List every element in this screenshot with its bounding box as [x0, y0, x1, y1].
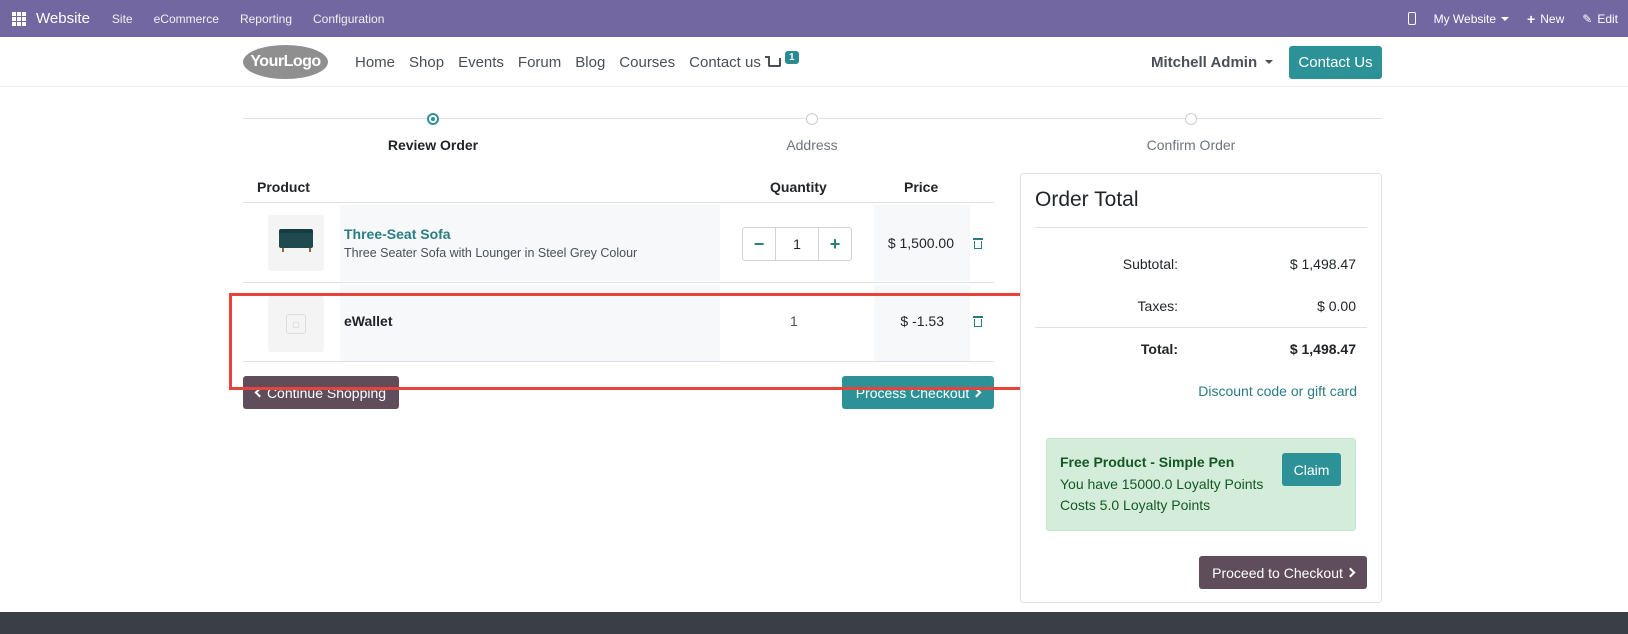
continue-shopping-label: Continue Shopping: [266, 384, 387, 401]
proceed-to-checkout-label: Proceed to Checkout: [1212, 564, 1343, 581]
step-confirm-order: Confirm Order: [1146, 137, 1236, 153]
trash-icon[interactable]: [973, 316, 983, 327]
main-nav: Home Shop Events Forum Blog Courses Cont…: [355, 37, 761, 87]
step-address: Address: [786, 137, 838, 153]
plus-icon: +: [1527, 10, 1536, 27]
reward-title: Free Product - Simple Pen: [1060, 454, 1235, 470]
chevron-left-icon: [254, 387, 265, 398]
my-website-dropdown[interactable]: My Website: [1433, 11, 1510, 26]
mobile-icon: [1407, 12, 1416, 25]
caret-down-icon: [1501, 16, 1510, 21]
menu-configuration[interactable]: Configuration: [313, 12, 384, 26]
continue-shopping-button[interactable]: Continue Shopping: [243, 376, 399, 409]
subtotal-value: $ 1,498.47: [1289, 256, 1356, 272]
apps-grid-icon[interactable]: [12, 11, 26, 26]
my-website-label: My Website: [1433, 11, 1497, 26]
pencil-icon: ✎: [1582, 11, 1593, 26]
nav-events[interactable]: Events: [458, 54, 504, 71]
decrease-quantity-button[interactable]: −: [742, 227, 776, 261]
edit-label: Edit: [1597, 11, 1618, 26]
site-header: YourLogo Home Shop Events Forum Blog Cou…: [0, 37, 1628, 87]
table-divider: [243, 202, 994, 203]
cart-button[interactable]: 1: [765, 51, 800, 73]
table-divider: [243, 361, 994, 362]
process-checkout-label: Process Checkout: [855, 384, 970, 401]
product-name-ewallet: eWallet: [344, 313, 393, 329]
nav-courses[interactable]: Courses: [619, 54, 675, 71]
row-shade: [340, 285, 720, 361]
order-total-title: Order Total: [1035, 188, 1139, 211]
header-price: Price: [904, 179, 939, 195]
caret-down-icon: [1265, 60, 1274, 64]
ewallet-image[interactable]: ▢: [268, 296, 324, 352]
taxes-value: $ 0.00: [1317, 298, 1356, 314]
claim-button[interactable]: Claim: [1282, 453, 1341, 486]
nav-shop[interactable]: Shop: [409, 54, 444, 71]
menu-site[interactable]: Site: [112, 12, 133, 26]
new-label: New: [1540, 11, 1565, 26]
gift-card-icon: ▢: [286, 314, 306, 334]
table-divider: [243, 282, 994, 283]
total-label: Total:: [1140, 341, 1178, 357]
new-button[interactable]: + New: [1527, 11, 1564, 27]
product-description-sofa: Three Seater Sofa with Lounger in Steel …: [344, 246, 638, 260]
sofa-image[interactable]: [268, 215, 324, 271]
cart-count-badge: 1: [785, 51, 799, 64]
admin-brand[interactable]: Website: [36, 10, 90, 27]
cart-icon: [765, 56, 781, 67]
admin-bar: Website Site eCommerce Reporting Configu…: [0, 0, 1628, 37]
step-dot-confirm: [1185, 113, 1197, 125]
step-review-order: Review Order: [387, 137, 479, 153]
step-dot-review: [427, 113, 439, 125]
card-divider: [1035, 327, 1367, 328]
nav-home[interactable]: Home: [355, 54, 395, 71]
row-shade: [340, 205, 720, 281]
trash-icon[interactable]: [973, 238, 983, 249]
menu-ecommerce[interactable]: eCommerce: [154, 12, 219, 26]
price-ewallet: $ -1.53: [900, 313, 944, 329]
user-name: Mitchell Admin: [1151, 53, 1258, 71]
proceed-to-checkout-button[interactable]: Proceed to Checkout: [1199, 556, 1367, 589]
contact-us-button[interactable]: Contact Us: [1289, 46, 1382, 79]
footer: [0, 612, 1628, 634]
reward-points: You have 15000.0 Loyalty Points: [1060, 476, 1264, 492]
header-quantity: Quantity: [770, 179, 827, 195]
product-name-sofa[interactable]: Three-Seat Sofa: [344, 226, 451, 242]
user-menu[interactable]: Mitchell Admin: [1151, 37, 1274, 87]
edit-button[interactable]: ✎ Edit: [1582, 12, 1618, 26]
quantity-input[interactable]: 1: [776, 227, 818, 261]
step-dot-address: [806, 113, 818, 125]
quantity-ewallet: 1: [790, 313, 798, 329]
subtotal-label: Subtotal:: [1122, 256, 1178, 272]
mobile-preview-button[interactable]: [1407, 12, 1416, 25]
nav-forum[interactable]: Forum: [518, 54, 561, 71]
card-divider: [1035, 227, 1367, 228]
menu-reporting[interactable]: Reporting: [240, 12, 292, 26]
site-logo[interactable]: YourLogo: [243, 45, 328, 79]
increase-quantity-button[interactable]: +: [818, 227, 852, 261]
nav-blog[interactable]: Blog: [575, 54, 605, 71]
process-checkout-button[interactable]: Process Checkout: [842, 376, 994, 409]
reward-cost: Costs 5.0 Loyalty Points: [1060, 497, 1211, 513]
chevron-right-icon: [1345, 567, 1356, 578]
header-product: Product: [257, 179, 310, 195]
chevron-right-icon: [971, 387, 982, 398]
taxes-label: Taxes:: [1137, 298, 1178, 314]
nav-contact-us[interactable]: Contact us: [689, 54, 761, 71]
total-value: $ 1,498.47: [1289, 341, 1356, 357]
discount-code-link[interactable]: Discount code or gift card: [1150, 383, 1357, 399]
price-sofa: $ 1,500.00: [887, 235, 954, 251]
quantity-stepper: − 1 +: [742, 227, 852, 261]
